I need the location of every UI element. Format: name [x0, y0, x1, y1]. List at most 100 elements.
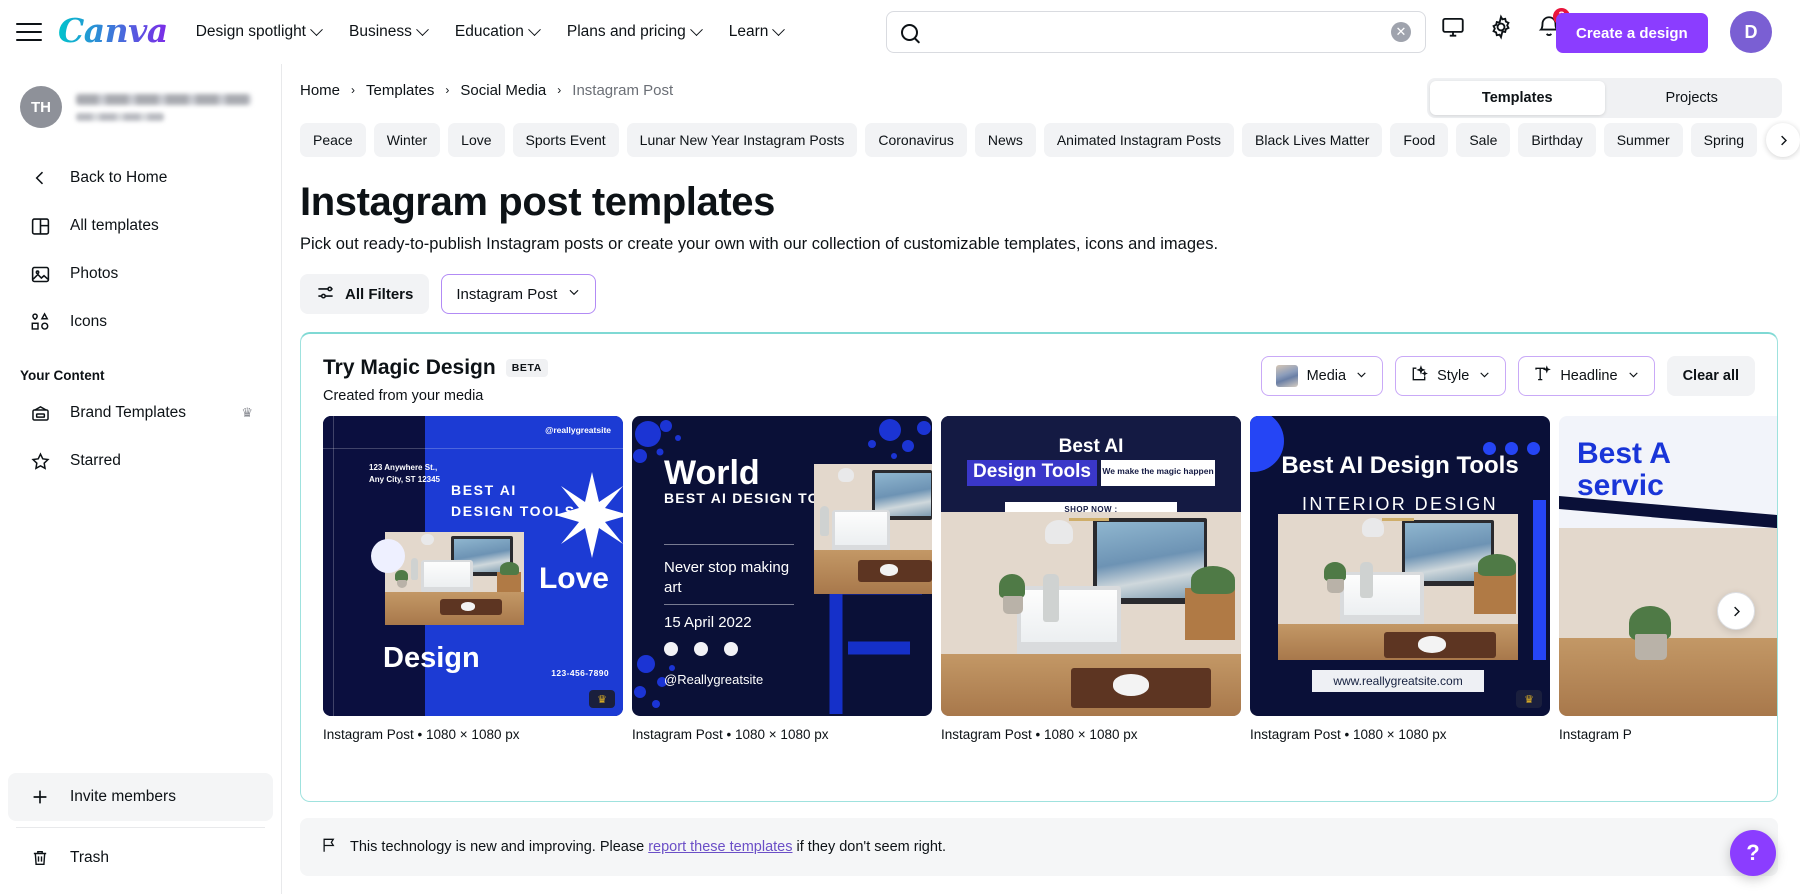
template-thumbnail[interactable]: Best AI Design Tools We make the magic h… [941, 416, 1241, 716]
user-avatar[interactable]: D [1730, 11, 1772, 53]
template-card-1[interactable]: @reallygreatsite 123 Anywhere St., Any C… [323, 416, 623, 742]
monitor-icon[interactable] [1440, 14, 1466, 40]
chevron-down-icon [1627, 368, 1640, 385]
template-thumbnail[interactable]: @reallygreatsite 123 Anywhere St., Any C… [323, 416, 623, 716]
team-name-redacted [76, 94, 251, 121]
breadcrumb-templates[interactable]: Templates [366, 82, 434, 99]
create-a-design-button[interactable]: Create a design [1556, 13, 1708, 53]
sidebar-item-back-to-home[interactable]: Back to Home [8, 154, 273, 202]
card3-heading-line2: Design Tools [967, 461, 1097, 483]
all-filters-button[interactable]: All Filters [300, 274, 429, 314]
page-title: Instagram post templates [282, 160, 1800, 225]
magic-design-controls: Media Style [1261, 356, 1755, 396]
sidebar-item-icons[interactable]: Icons [8, 298, 273, 346]
search-input[interactable] [918, 24, 1391, 41]
chip-sale[interactable]: Sale [1456, 123, 1510, 157]
chevron-down-icon [1355, 368, 1368, 385]
canva-logo[interactable]: Canva [58, 11, 168, 54]
chip-winter[interactable]: Winter [374, 123, 440, 157]
template-thumbnail[interactable]: Best A servic [1559, 416, 1778, 716]
sidebar-item-photos[interactable]: Photos [8, 250, 273, 298]
style-dropdown-button[interactable]: Style [1395, 356, 1506, 396]
card5-heading-line1: Best A [1577, 438, 1671, 470]
template-caption: Instagram Post • 1080 × 1080 px [323, 727, 623, 742]
template-card-3[interactable]: Best AI Design Tools We make the magic h… [941, 416, 1241, 742]
chip-sports-event[interactable]: Sports Event [513, 123, 619, 157]
template-thumbnail[interactable]: World BEST AI DESIGN TOOLS [632, 416, 932, 716]
design-type-dropdown[interactable]: Instagram Post [441, 274, 596, 314]
plus-icon [28, 785, 52, 809]
chip-summer[interactable]: Summer [1604, 123, 1683, 157]
card1-address-line1: 123 Anywhere St., [369, 462, 440, 474]
flag-icon [320, 836, 338, 858]
help-button[interactable]: ? [1730, 830, 1776, 876]
sidebar-item-all-templates[interactable]: All templates [8, 202, 273, 250]
team-account-block[interactable]: TH [0, 64, 281, 128]
category-chip-row[interactable]: Peace Winter Love Sports Event Lunar New… [282, 120, 1800, 160]
top-navigation-bar: Canva Design spotlight Business Educatio… [0, 0, 1800, 64]
notice-text-after: if they don't seem right. [793, 839, 946, 855]
tab-templates[interactable]: Templates [1430, 81, 1605, 115]
search-container: ✕ [886, 11, 1426, 53]
search-box[interactable]: ✕ [886, 11, 1426, 53]
nav-label: Learn [729, 23, 769, 41]
template-thumbnail[interactable]: Best AI Design Tools INTERIOR DESIGN [1250, 416, 1550, 716]
template-card-4[interactable]: Best AI Design Tools INTERIOR DESIGN [1250, 416, 1550, 742]
templates-grid-icon [28, 214, 52, 238]
breadcrumb-home[interactable]: Home [300, 82, 340, 99]
nav-item-education[interactable]: Education [455, 23, 539, 41]
card2-date: 15 April 2022 [664, 614, 752, 631]
chip-birthday[interactable]: Birthday [1518, 123, 1595, 157]
template-card-2[interactable]: World BEST AI DESIGN TOOLS [632, 416, 932, 742]
sidebar-item-brand-templates[interactable]: Brand Templates ♛ [8, 389, 273, 437]
sidebar-item-invite-members[interactable]: Invite members [8, 773, 273, 821]
sidebar-item-trash[interactable]: Trash [8, 834, 273, 882]
gear-icon[interactable] [1488, 14, 1514, 40]
template-card-5[interactable]: Best A servic Instagram P [1559, 416, 1778, 742]
clear-search-icon[interactable]: ✕ [1391, 22, 1411, 42]
card3-tagline: We make the magic happen [1101, 466, 1215, 476]
card2-handle: @Reallygreatsite [664, 672, 763, 687]
headline-dropdown-button[interactable]: Headline [1518, 356, 1654, 396]
nav-item-design-spotlight[interactable]: Design spotlight [196, 23, 321, 41]
canva-templates-page: Canva Design spotlight Business Educatio… [0, 0, 1800, 894]
breadcrumb-instagram-post: Instagram Post [572, 82, 673, 99]
chip-animated-instagram-posts[interactable]: Animated Instagram Posts [1044, 123, 1234, 157]
chip-lunar-new-year-instagram-posts[interactable]: Lunar New Year Instagram Posts [627, 123, 858, 157]
headline-label: Headline [1560, 368, 1617, 384]
card1-word-bottom: Design [383, 642, 480, 675]
breadcrumb-social-media[interactable]: Social Media [460, 82, 546, 99]
notice-text-before: This technology is new and improving. Pl… [350, 839, 648, 855]
sidebar-item-starred[interactable]: Starred [8, 437, 273, 485]
tab-projects[interactable]: Projects [1605, 81, 1780, 115]
chevron-down-icon [567, 285, 581, 303]
trash-icon [28, 846, 52, 870]
style-label: Style [1437, 368, 1469, 384]
card4-heading: Best AI Design Tools [1250, 452, 1550, 480]
nav-label: Design spotlight [196, 23, 306, 41]
nav-label: Business [349, 23, 412, 41]
nav-item-plans-and-pricing[interactable]: Plans and pricing [567, 23, 701, 41]
chips-next-arrow-icon[interactable] [1766, 123, 1800, 157]
chip-coronavirus[interactable]: Coronavirus [865, 123, 966, 157]
chip-news[interactable]: News [975, 123, 1036, 157]
chip-spring[interactable]: Spring [1691, 123, 1757, 157]
card1-address-line2: Any City, ST 12345 [369, 474, 440, 486]
template-card-carousel: @reallygreatsite 123 Anywhere St., Any C… [301, 404, 1777, 742]
chip-food[interactable]: Food [1390, 123, 1448, 157]
template-caption: Instagram Post • 1080 × 1080 px [632, 727, 932, 742]
chip-black-lives-matter[interactable]: Black Lives Matter [1242, 123, 1382, 157]
clear-all-button[interactable]: Clear all [1667, 356, 1755, 396]
hamburger-menu-icon[interactable] [16, 23, 42, 41]
report-templates-link[interactable]: report these templates [648, 839, 792, 855]
carousel-next-arrow-icon[interactable] [1717, 592, 1755, 630]
chip-love[interactable]: Love [448, 123, 504, 157]
nav-item-learn[interactable]: Learn [729, 23, 784, 41]
chip-peace[interactable]: Peace [300, 123, 366, 157]
nav-icon-group: 3 [1440, 14, 1562, 40]
sidebar-section-your-content: Your Content [0, 346, 281, 389]
chevron-left-icon [28, 166, 52, 190]
nav-item-business[interactable]: Business [349, 23, 427, 41]
sparkle-frame-icon [1410, 365, 1428, 387]
media-dropdown-button[interactable]: Media [1261, 356, 1384, 396]
